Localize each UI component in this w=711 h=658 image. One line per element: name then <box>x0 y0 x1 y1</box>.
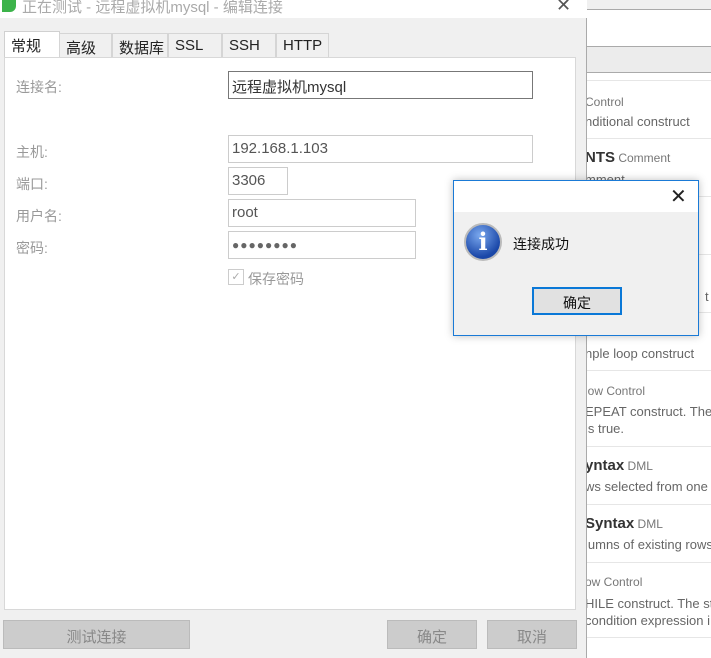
password-label: 密码: <box>16 240 48 256</box>
ok-button[interactable]: 确定 <box>387 620 477 649</box>
user-label: 用户名: <box>16 208 62 224</box>
save-password-label: 保存密码 <box>248 271 304 287</box>
item-category: low Control <box>587 384 646 398</box>
tab-advanced[interactable]: 高级 <box>59 33 112 57</box>
host-input[interactable]: 192.168.1.103 <box>228 135 533 163</box>
window-title: 正在测试 - 远程虚拟机mysql - 编辑连接 <box>22 0 283 16</box>
tab-general[interactable]: 常规 <box>4 31 60 58</box>
item-desc: EPEAT construct. The S <box>587 404 711 419</box>
message-text: 连接成功 <box>513 236 569 252</box>
item-category: Comment <box>618 151 671 165</box>
host-label: 主机: <box>16 144 48 160</box>
port-input[interactable]: 3306 <box>228 167 288 195</box>
item-category: DML <box>627 459 653 473</box>
conn-name-label: 连接名: <box>16 79 62 95</box>
item-category: Control <box>587 95 624 109</box>
info-icon: i <box>464 223 502 261</box>
close-icon[interactable]: ✕ <box>670 184 687 209</box>
password-input[interactable]: ●●●●●●●● <box>228 231 416 259</box>
test-connection-button[interactable]: 测试连接 <box>3 620 190 649</box>
close-icon[interactable]: ✕ <box>556 0 571 16</box>
message-title-bar: ✕ <box>454 181 698 212</box>
item-title: NTS <box>587 149 615 166</box>
item-title: Syntax <box>587 515 635 532</box>
message-ok-button[interactable]: 确定 <box>532 287 622 315</box>
item-desc: nditional construct <box>587 114 690 129</box>
message-dialog: ✕ i 连接成功 确定 <box>453 180 699 336</box>
item-category: DML <box>637 517 663 531</box>
item-desc: is true. <box>587 421 625 436</box>
tab-database[interactable]: 数据库 <box>112 33 168 57</box>
item-desc: ws selected from one <box>587 479 708 494</box>
list-item[interactable]: Syntax DML lumns of existing rows <box>587 504 711 562</box>
app-logo-icon <box>2 0 16 12</box>
title-bar: 正在测试 - 远程虚拟机mysql - 编辑连接 ✕ <box>0 0 587 18</box>
save-password-checkbox[interactable]: ✓ <box>228 269 244 285</box>
panel-toolbar <box>587 46 711 73</box>
port-label: 端口: <box>16 176 48 192</box>
item-desc: t <box>705 289 709 304</box>
item-category: ow Control <box>587 575 643 589</box>
item-desc: nple loop construct <box>587 346 695 361</box>
cancel-button[interactable]: 取消 <box>487 620 577 649</box>
list-item[interactable]: Control nditional construct <box>587 80 711 138</box>
user-input[interactable]: root <box>228 199 416 227</box>
panel-header <box>587 0 711 10</box>
item-desc: lumns of existing rows <box>587 537 711 552</box>
item-title: yntax <box>587 457 625 474</box>
item-desc: HILE construct. The sta <box>587 596 711 611</box>
tab-http[interactable]: HTTP <box>276 33 329 57</box>
tab-ssl[interactable]: SSL <box>168 33 222 57</box>
list-item[interactable]: low Control EPEAT construct. The S is true… <box>587 370 711 446</box>
item-desc: condition expression i <box>587 613 711 628</box>
list-item[interactable]: ow Control HILE construct. The sta conditi… <box>587 562 711 638</box>
conn-name-input[interactable]: 远程虚拟机mysql <box>228 71 533 99</box>
list-item[interactable]: yntax DML ws selected from one <box>587 446 711 504</box>
tab-ssh[interactable]: SSH <box>222 33 276 57</box>
